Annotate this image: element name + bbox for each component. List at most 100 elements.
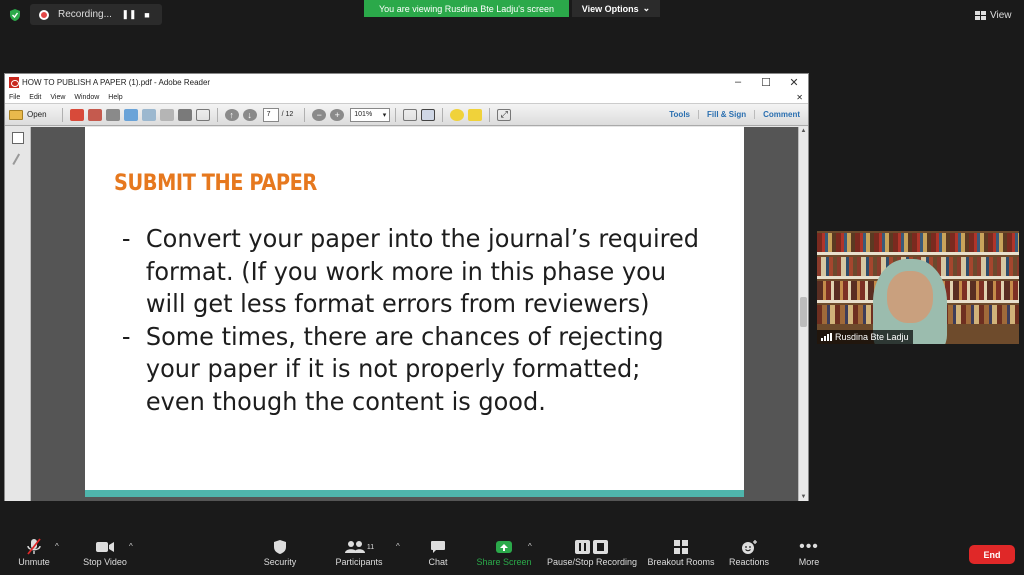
comment-bubble-icon[interactable] <box>450 108 465 121</box>
chat-label: Chat <box>428 557 448 567</box>
end-meeting-button[interactable]: End <box>969 545 1015 564</box>
menu-window[interactable]: Window <box>74 94 99 101</box>
edit-pdf-icon[interactable] <box>87 108 102 121</box>
highlight-icon[interactable] <box>468 108 483 121</box>
stop-video-button[interactable]: Stop Video <box>80 537 130 567</box>
zoom-out-icon[interactable]: − <box>312 108 327 121</box>
participants-label: Participants <box>335 557 383 567</box>
more-label: More <box>798 557 820 567</box>
toolbar-divider <box>61 107 63 122</box>
tools-pane-link[interactable]: Tools <box>661 110 698 119</box>
participants-options-caret[interactable]: ^ <box>396 542 400 551</box>
unmute-label: Unmute <box>18 557 50 567</box>
close-document-icon[interactable]: ✕ <box>796 93 803 102</box>
scroll-up-icon[interactable]: ▲ <box>800 128 807 134</box>
stop-recording-icon[interactable]: ■ <box>138 10 156 20</box>
pause-stop-recording-label: Pause/Stop Recording <box>546 557 638 567</box>
page-total-label: / 12 <box>281 111 294 118</box>
fit-page-icon[interactable] <box>421 108 436 121</box>
open-label: Open <box>27 110 47 119</box>
security-label: Security <box>263 557 297 567</box>
previous-page-icon[interactable]: ↑ <box>224 108 239 121</box>
pause-recording-icon[interactable]: ❚❚ <box>120 9 138 20</box>
page-number-input[interactable]: 7 <box>262 107 279 122</box>
share-screen-icon <box>495 537 513 557</box>
menu-file[interactable]: File <box>9 94 20 101</box>
participant-face <box>887 271 933 323</box>
toolbar-divider <box>216 107 218 122</box>
participant-name: Rusdina Bte Ladju <box>835 332 909 342</box>
participants-button[interactable]: 11 Participants <box>334 537 384 567</box>
print-icon[interactable] <box>177 108 192 121</box>
full-screen-icon[interactable]: ⤢ <box>497 108 512 121</box>
fill-sign-pane-link[interactable]: Fill & Sign <box>698 110 754 119</box>
fit-width-icon[interactable] <box>403 108 418 121</box>
shield-check-icon[interactable] <box>8 8 22 22</box>
stop-video-label: Stop Video <box>83 557 127 567</box>
page-thumbnails-icon[interactable] <box>11 132 24 144</box>
view-label: View <box>990 9 1012 21</box>
zoom-meeting-window: Recording... ❚❚ ■ You are viewing Rusdin… <box>0 0 1024 575</box>
minimize-button[interactable]: – <box>724 76 752 89</box>
pause-stop-recording-button[interactable]: Pause/Stop Recording <box>546 537 638 567</box>
view-layout-button[interactable]: View <box>975 6 1019 24</box>
meeting-controls-bar: Unmute ^ Stop Video ^ Security 11 Partic… <box>0 533 1024 575</box>
save-icon[interactable] <box>159 108 174 121</box>
adobe-window-title: HOW TO PUBLISH A PAPER (1).pdf - Adobe R… <box>22 78 211 87</box>
view-options-label: View Options <box>581 3 639 14</box>
participants-icon: 11 <box>344 537 374 557</box>
open-button[interactable]: Open <box>9 109 47 120</box>
adobe-titlebar: HOW TO PUBLISH A PAPER (1).pdf - Adobe R… <box>5 74 808 91</box>
vertical-scrollbar[interactable]: ▲ ▼ <box>798 127 808 501</box>
create-pdf-icon[interactable] <box>69 108 84 121</box>
breakout-rooms-button[interactable]: Breakout Rooms <box>646 537 716 567</box>
breakout-rooms-label: Breakout Rooms <box>647 557 715 567</box>
comment-pane-link[interactable]: Comment <box>754 110 808 119</box>
menu-view[interactable]: View <box>50 94 65 101</box>
audio-options-caret[interactable]: ^ <box>55 542 59 551</box>
folder-icon <box>9 109 23 120</box>
sign-icon[interactable] <box>105 108 120 121</box>
more-button[interactable]: ••• More <box>796 537 822 567</box>
menu-help[interactable]: Help <box>108 94 122 101</box>
reactions-button[interactable]: Reactions <box>727 537 771 567</box>
toolbar-divider <box>442 107 444 122</box>
recording-label: Recording... <box>58 9 112 20</box>
share-options-caret[interactable]: ^ <box>528 542 532 551</box>
attachment-icon[interactable] <box>12 153 23 167</box>
close-window-button[interactable]: ✕ <box>780 76 808 89</box>
chevron-down-icon: ⌄ <box>642 3 651 13</box>
participant-video[interactable]: Rusdina Bte Ladju <box>817 231 1019 344</box>
view-options-button[interactable]: View Options ⌄ <box>572 0 660 17</box>
share-screen-button[interactable]: Share Screen <box>476 537 532 567</box>
video-options-caret[interactable]: ^ <box>129 542 133 551</box>
document-viewport[interactable]: SUBMIT THE PAPER Convert your paper into… <box>5 127 808 501</box>
security-button[interactable]: Security <box>262 537 298 567</box>
chat-button[interactable]: Chat <box>423 537 453 567</box>
adobe-toolbar: Open ↑ ↓ 7 / 12 − + 101% ▾ ⤢ Tools Fill … <box>5 104 808 126</box>
cloud-upload-icon[interactable] <box>141 108 156 121</box>
scrollbar-thumb[interactable] <box>800 297 807 327</box>
grid-view-icon <box>975 10 986 20</box>
unmute-button[interactable]: Unmute <box>14 537 54 567</box>
more-dots-icon: ••• <box>799 538 819 555</box>
maximize-button[interactable]: ☐ <box>752 76 780 89</box>
reactions-label: Reactions <box>728 557 770 567</box>
bookshelf-plank <box>817 252 1019 255</box>
scroll-down-icon[interactable]: ▼ <box>800 494 807 500</box>
signal-strength-icon <box>821 333 832 341</box>
zoom-level-select[interactable]: 101% ▾ <box>350 107 391 122</box>
zoom-in-icon[interactable]: + <box>330 108 345 121</box>
toolbar-divider <box>395 107 397 122</box>
navigation-pane-rail <box>5 127 31 501</box>
menu-edit[interactable]: Edit <box>29 94 41 101</box>
video-camera-icon <box>95 537 115 557</box>
combine-icon[interactable] <box>123 108 138 121</box>
adobe-menubar: File Edit View Window Help ✕ <box>5 91 808 104</box>
shield-icon <box>273 537 287 557</box>
email-icon[interactable] <box>195 108 210 121</box>
next-page-icon[interactable]: ↓ <box>242 108 257 121</box>
breakout-rooms-icon <box>673 537 689 557</box>
pause-stop-recording-icon <box>574 537 610 557</box>
toolbar-divider <box>489 107 491 122</box>
